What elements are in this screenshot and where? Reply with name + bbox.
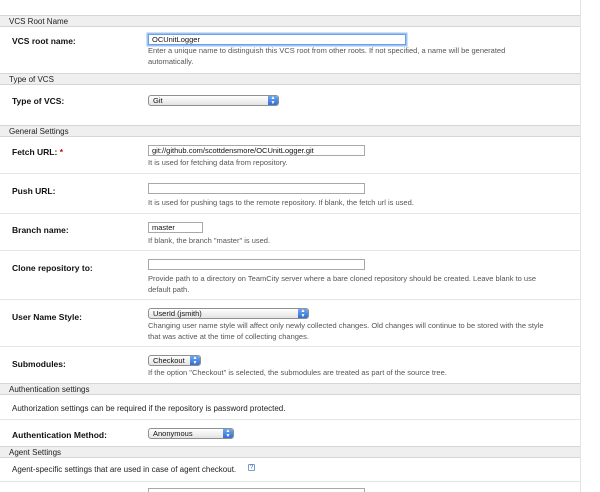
user-name-style-select[interactable]: UserId (jsmith) ▲ ▼ bbox=[148, 308, 309, 319]
section-agent-settings: Agent Settings bbox=[0, 446, 580, 458]
agent-field-input-partial[interactable] bbox=[148, 488, 365, 492]
row-divider bbox=[0, 346, 580, 347]
push-url-note: It is used for pushing tags to the remot… bbox=[148, 198, 414, 207]
clone-repo-note: Provide path to a directory on TeamCity … bbox=[148, 274, 536, 294]
clone-repo-input[interactable] bbox=[148, 259, 365, 270]
vcs-root-name-input[interactable]: OCUnitLogger bbox=[148, 34, 406, 45]
up-down-arrows-icon: ▲ ▼ bbox=[223, 429, 233, 438]
submodules-note: If the option "Checkout" is selected, th… bbox=[148, 368, 447, 377]
required-marker: * bbox=[59, 147, 64, 157]
row-divider bbox=[0, 213, 580, 214]
up-down-arrows-icon: ▲ ▼ bbox=[190, 356, 200, 365]
section-authentication-settings: Authentication settings bbox=[0, 383, 580, 395]
fetch-url-input[interactable]: git://github.com/scottdensmore/OCUnitLog… bbox=[148, 145, 365, 156]
section-general-settings: General Settings bbox=[0, 125, 580, 137]
section-vcs-root-name: VCS Root Name bbox=[0, 15, 580, 27]
row-divider bbox=[0, 173, 580, 174]
submodules-select[interactable]: Checkout ▲ ▼ bbox=[148, 355, 201, 366]
section-type-of-vcs: Type of VCS bbox=[0, 73, 580, 85]
branch-name-label: Branch name: bbox=[12, 225, 69, 235]
row-divider bbox=[0, 299, 580, 300]
user-name-style-value: UserId (jsmith) bbox=[153, 309, 202, 318]
auth-method-value: Anonymous bbox=[153, 429, 193, 438]
auth-note: Authorization settings can be required i… bbox=[12, 404, 286, 413]
vcs-root-name-label: VCS root name: bbox=[12, 36, 76, 46]
branch-name-note: If blank, the branch "master" is used. bbox=[148, 236, 271, 245]
help-icon[interactable]: ? bbox=[248, 464, 255, 471]
auth-method-label: Authentication Method: bbox=[12, 430, 107, 440]
branch-name-input[interactable]: master bbox=[148, 222, 203, 233]
vcs-root-name-note: Enter a unique name to distinguish this … bbox=[148, 46, 506, 66]
fetch-url-note: It is used for fetching data from reposi… bbox=[148, 158, 288, 167]
up-down-arrows-icon: ▲ ▼ bbox=[298, 309, 308, 318]
vcs-root-settings-form: VCS Root Name VCS root name: OCUnitLogge… bbox=[0, 0, 600, 492]
row-divider bbox=[0, 481, 580, 482]
row-divider bbox=[0, 419, 580, 420]
push-url-input[interactable] bbox=[148, 183, 365, 194]
row-divider bbox=[0, 250, 580, 251]
push-url-label: Push URL: bbox=[12, 186, 56, 196]
type-of-vcs-value: Git bbox=[153, 96, 163, 105]
fetch-url-label: Fetch URL: * bbox=[12, 147, 63, 157]
user-name-style-label: User Name Style: bbox=[12, 312, 82, 322]
type-of-vcs-select[interactable]: Git ▲ ▼ bbox=[148, 95, 279, 106]
user-name-style-note: Changing user name style will affect onl… bbox=[148, 321, 544, 341]
type-of-vcs-label: Type of VCS: bbox=[12, 96, 65, 106]
fetch-url-label-text: Fetch URL: bbox=[12, 147, 58, 157]
up-down-arrows-icon: ▲ ▼ bbox=[268, 96, 278, 105]
auth-method-select[interactable]: Anonymous ▲ ▼ bbox=[148, 428, 234, 439]
submodules-value: Checkout bbox=[153, 356, 185, 365]
clone-repo-label: Clone repository to: bbox=[12, 263, 93, 273]
submodules-label: Submodules: bbox=[12, 359, 66, 369]
panel-right-border bbox=[580, 0, 581, 492]
agent-note: Agent-specific settings that are used in… bbox=[12, 465, 237, 474]
